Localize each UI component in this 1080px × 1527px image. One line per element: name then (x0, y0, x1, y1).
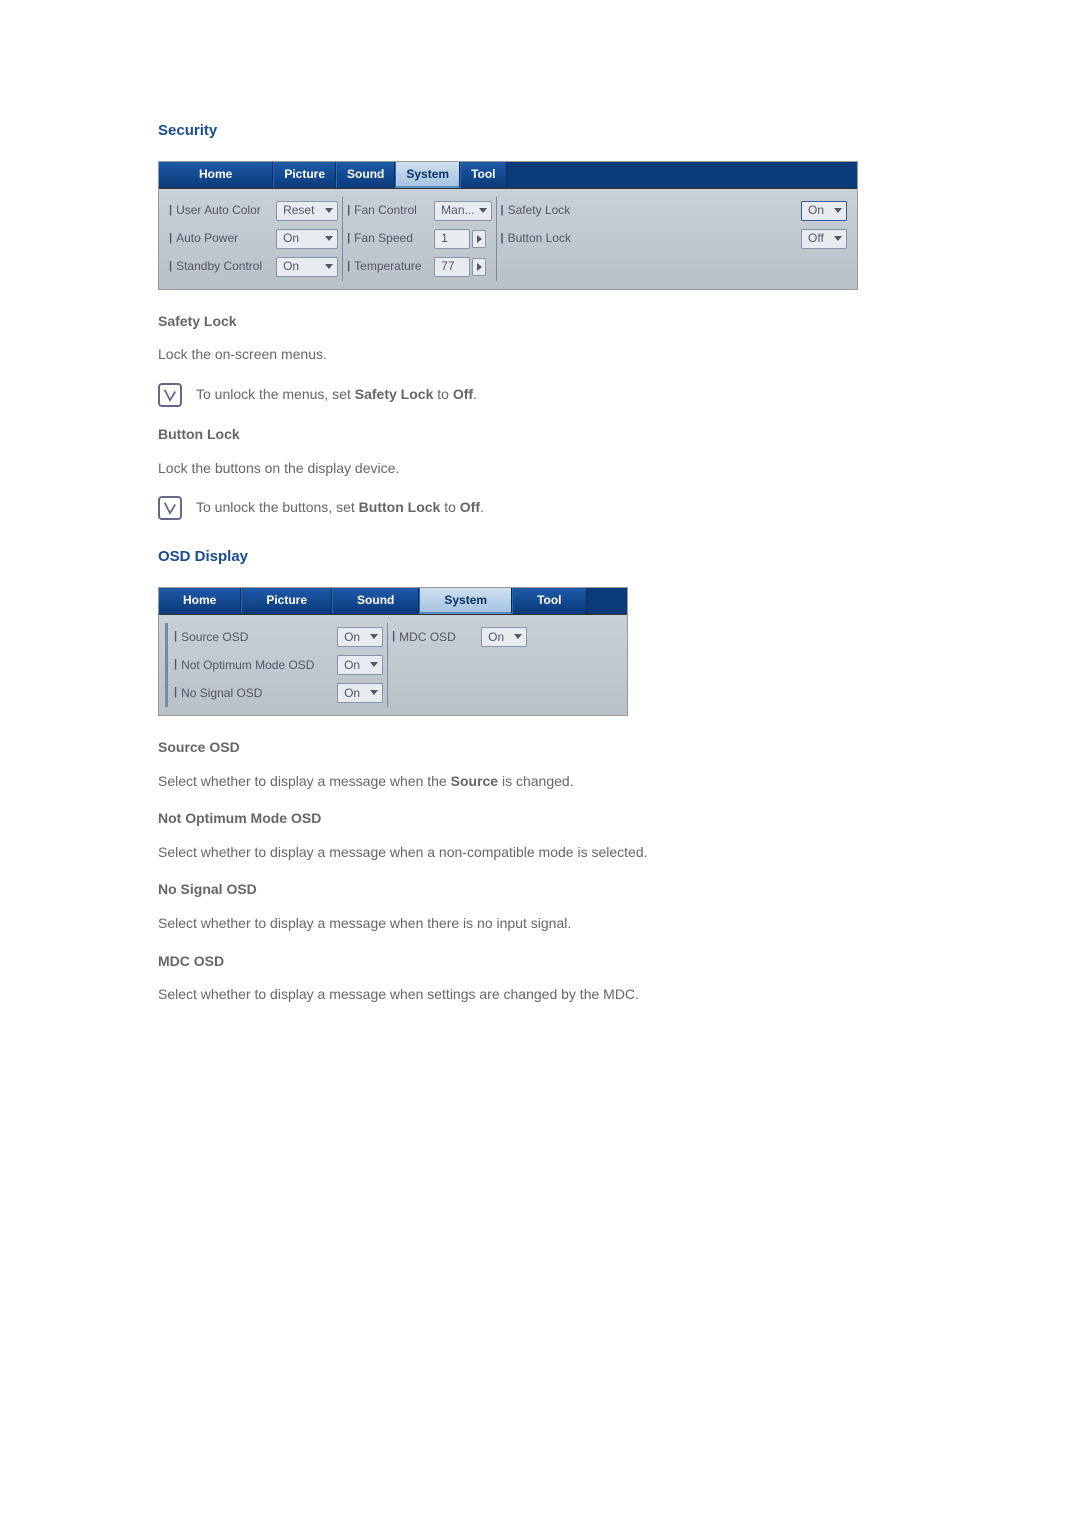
dropdown-no-signal-osd[interactable]: On (337, 683, 383, 703)
fan-speed-value: 1 (434, 229, 470, 249)
chevron-down-icon (514, 634, 522, 639)
row-marker-icon: | (392, 629, 395, 644)
heading-source-osd: Source OSD (158, 738, 922, 758)
text-mdc-osd-desc: Select whether to display a message when… (158, 985, 922, 1005)
row-marker-icon: | (501, 231, 504, 246)
note-button-lock: To unlock the buttons, set Button Lock t… (196, 498, 484, 518)
label-mdc-osd: MDC OSD (399, 629, 475, 646)
label-standby-control: Standby Control (176, 258, 276, 275)
row-marker-icon: | (501, 203, 504, 218)
tab-sound[interactable]: Sound (332, 588, 419, 614)
chevron-down-icon (834, 236, 842, 241)
fan-speed-step-button[interactable] (472, 230, 486, 248)
note-icon (158, 496, 182, 520)
tab-picture[interactable]: Picture (241, 588, 332, 614)
row-marker-icon: | (174, 629, 177, 644)
chevron-down-icon (325, 264, 333, 269)
label-fan-control: Fan Control (354, 202, 434, 219)
heading-safety-lock: Safety Lock (158, 312, 922, 332)
row-marker-icon: | (347, 231, 350, 246)
dropdown-not-optimum-osd[interactable]: On (337, 655, 383, 675)
row-marker-icon: | (169, 203, 172, 218)
temperature-value: 77 (434, 257, 470, 277)
label-auto-power: Auto Power (176, 230, 276, 247)
label-safety-lock: Safety Lock (508, 202, 598, 219)
dropdown-source-osd[interactable]: On (337, 627, 383, 647)
tabbar-security: Home Picture Sound System Tool (159, 162, 857, 189)
dropdown-auto-power[interactable]: On (276, 229, 338, 249)
label-fan-speed: Fan Speed (354, 230, 434, 247)
heading-security: Security (158, 120, 922, 141)
row-marker-icon: | (169, 259, 172, 274)
tab-picture[interactable]: Picture (273, 162, 336, 188)
tab-home[interactable]: Home (159, 588, 241, 614)
heading-button-lock: Button Lock (158, 425, 922, 445)
row-marker-icon: | (169, 231, 172, 246)
label-user-auto-color: User Auto Color (176, 202, 276, 219)
dropdown-button-lock[interactable]: Off (801, 229, 847, 249)
tab-sound[interactable]: Sound (336, 162, 395, 188)
chevron-down-icon (834, 208, 842, 213)
chevron-down-icon (370, 634, 378, 639)
tab-tool[interactable]: Tool (460, 162, 506, 188)
dropdown-user-auto-color[interactable]: Reset (276, 201, 338, 221)
dropdown-standby-control[interactable]: On (276, 257, 338, 277)
chevron-down-icon (479, 208, 487, 213)
dropdown-fan-control[interactable]: Man... (434, 201, 491, 221)
text-not-optimum-desc: Select whether to display a message when… (158, 843, 922, 863)
heading-no-signal-osd: No Signal OSD (158, 880, 922, 900)
triangle-right-icon (477, 235, 482, 243)
tab-system[interactable]: System (395, 162, 460, 188)
text-button-lock-desc: Lock the buttons on the display device. (158, 459, 922, 479)
chevron-down-icon (325, 236, 333, 241)
label-button-lock: Button Lock (508, 230, 598, 247)
dropdown-mdc-osd[interactable]: On (481, 627, 527, 647)
tab-system[interactable]: System (419, 588, 512, 614)
label-source-osd: Source OSD (181, 629, 337, 646)
heading-osd-display: OSD Display (158, 546, 922, 567)
tabbar-osd: Home Picture Sound System Tool (159, 588, 627, 615)
label-no-signal-osd: No Signal OSD (181, 685, 337, 702)
osd-display-panel: Home Picture Sound System Tool | Source … (158, 587, 628, 716)
text-source-osd-desc: Select whether to display a message when… (158, 772, 922, 792)
tab-tool[interactable]: Tool (512, 588, 586, 614)
text-safety-lock-desc: Lock the on-screen menus. (158, 345, 922, 365)
security-panel: Home Picture Sound System Tool | User Au… (158, 161, 858, 290)
note-safety-lock: To unlock the menus, set Safety Lock to … (196, 385, 477, 405)
chevron-down-icon (325, 208, 333, 213)
row-marker-icon: | (174, 685, 177, 700)
chevron-down-icon (370, 662, 378, 667)
chevron-down-icon (370, 690, 378, 695)
text-no-signal-desc: Select whether to display a message when… (158, 914, 922, 934)
label-temperature: Temperature (354, 258, 434, 275)
triangle-right-icon (477, 263, 482, 271)
label-not-optimum-osd: Not Optimum Mode OSD (181, 657, 337, 674)
row-marker-icon: | (347, 259, 350, 274)
tab-home[interactable]: Home (159, 162, 273, 188)
heading-mdc-osd: MDC OSD (158, 952, 922, 972)
temperature-step-button[interactable] (472, 258, 486, 276)
dropdown-safety-lock[interactable]: On (801, 201, 847, 221)
row-marker-icon: | (174, 657, 177, 672)
heading-not-optimum-osd: Not Optimum Mode OSD (158, 809, 922, 829)
row-marker-icon: | (347, 203, 350, 218)
note-icon (158, 383, 182, 407)
